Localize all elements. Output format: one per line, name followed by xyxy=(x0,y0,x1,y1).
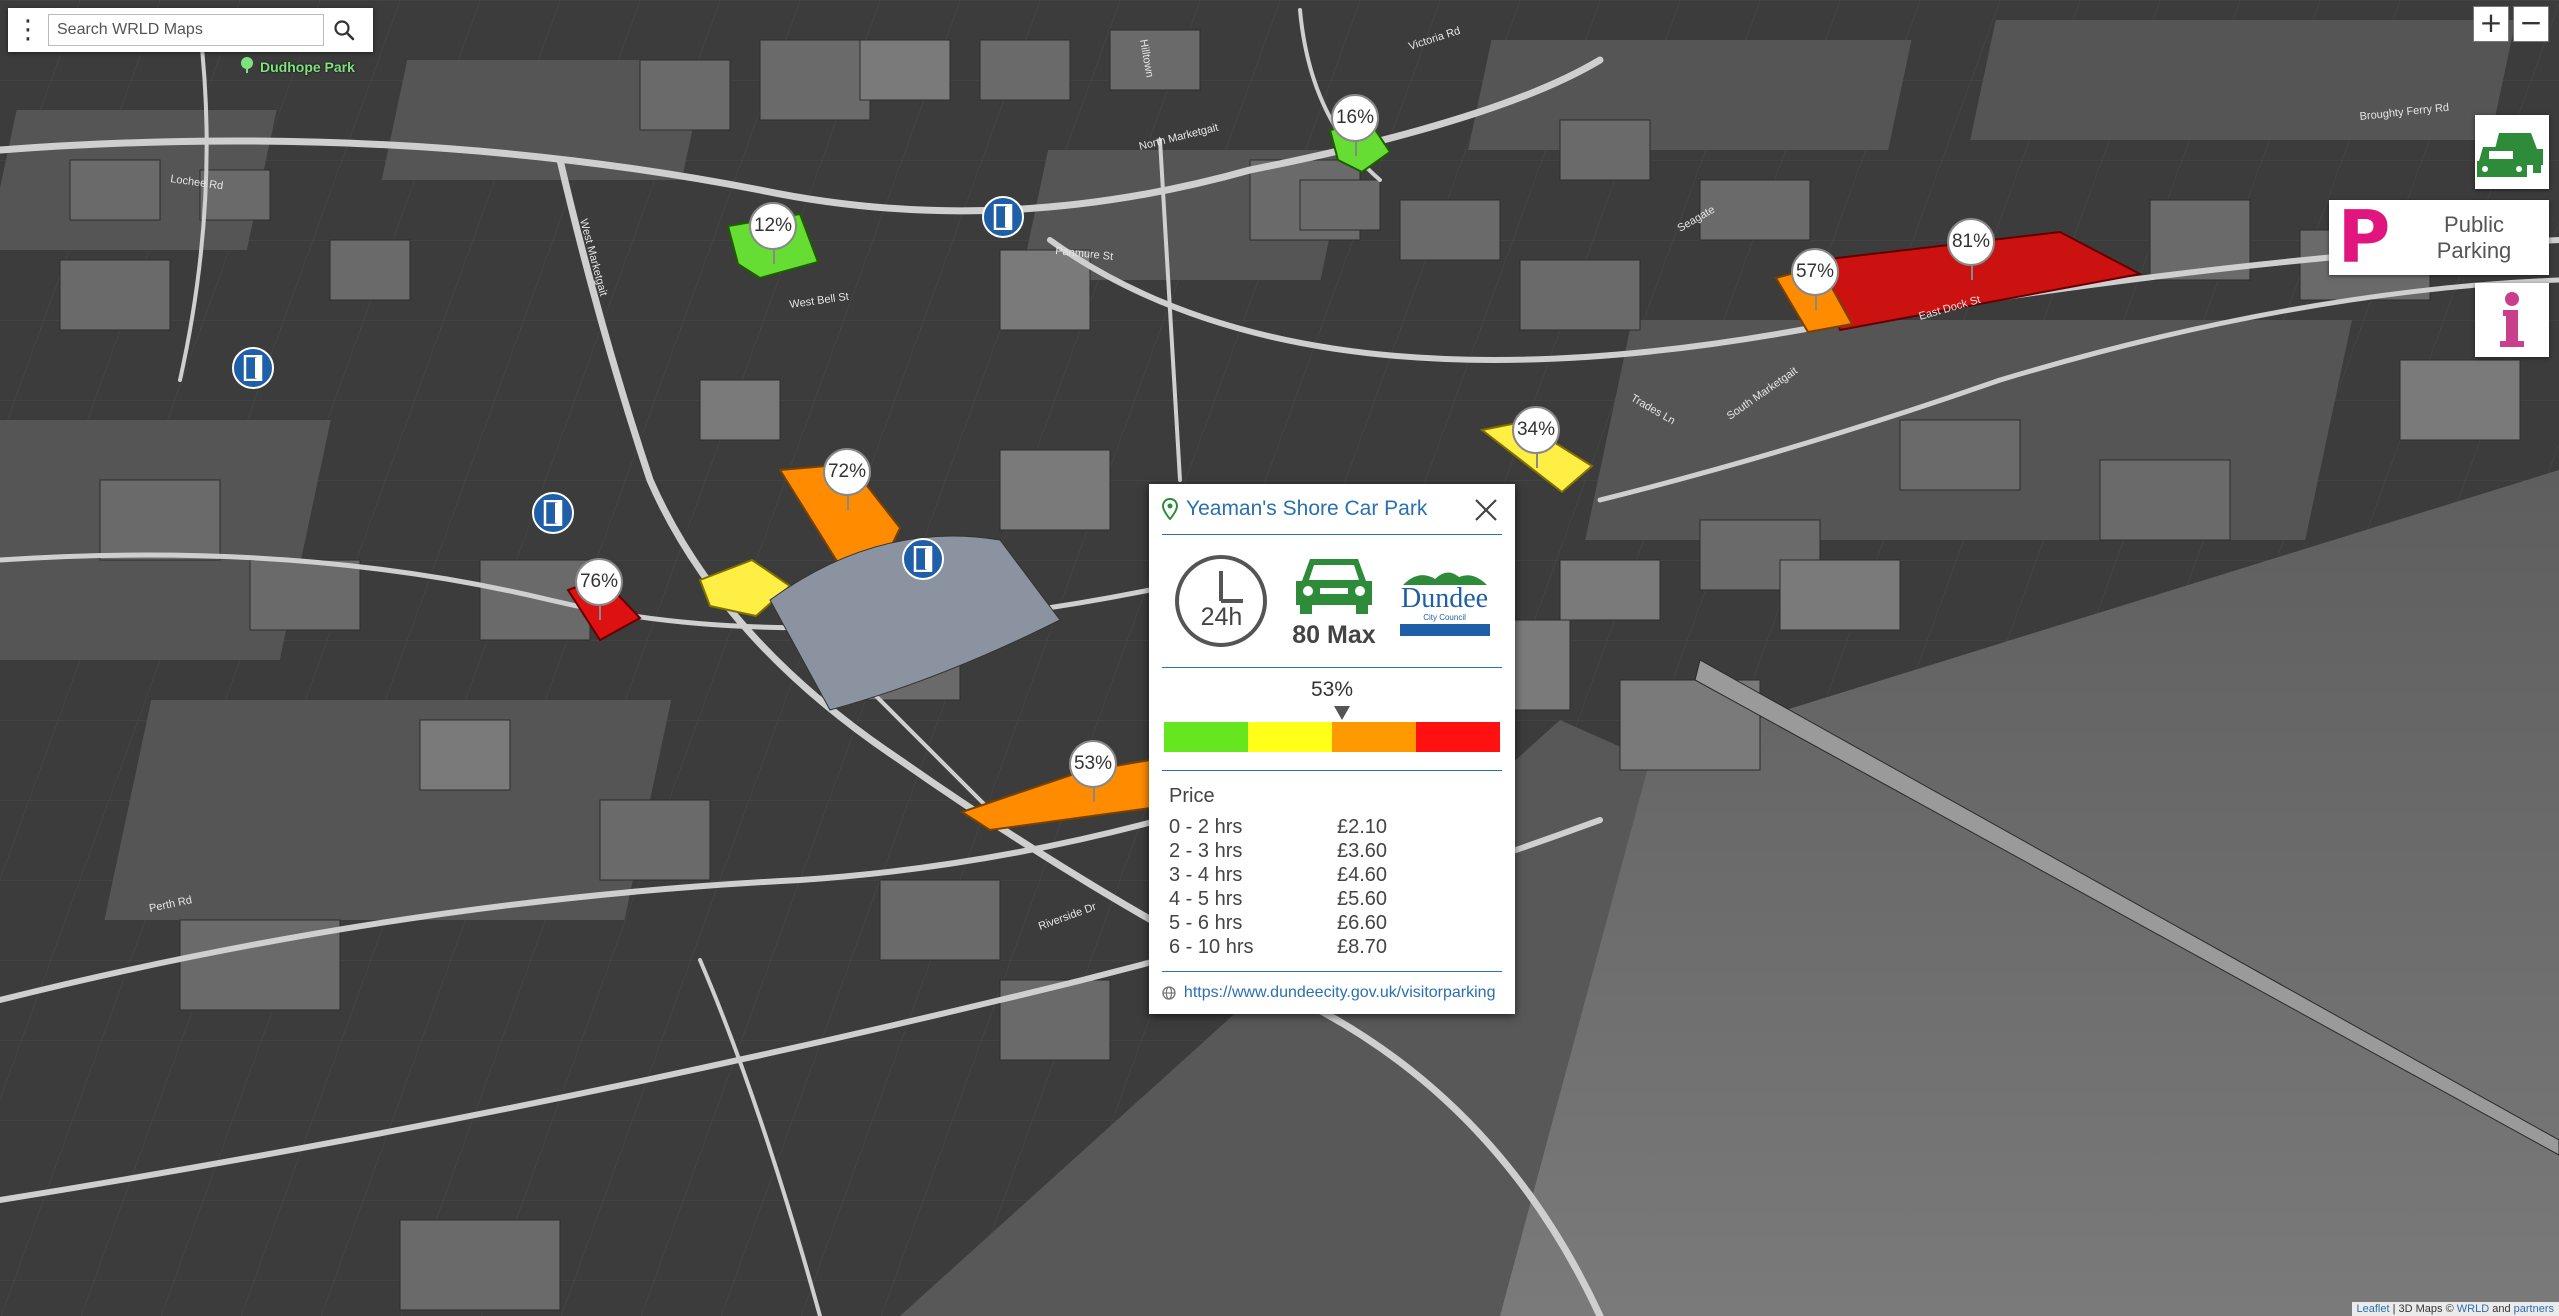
popup-header: Yeaman's Shore Car Park xyxy=(1162,484,1502,535)
price-range: 4 - 5 hrs xyxy=(1169,888,1243,910)
price-value: £2.10 xyxy=(1337,816,1388,838)
map-attribution: Leaflet | 3D Maps © WRLD and partners xyxy=(2351,1302,2559,1316)
occupancy-marker-76[interactable]: 76% xyxy=(575,558,623,620)
occupancy-label: 12% xyxy=(753,215,793,236)
car-park-button[interactable] xyxy=(2475,115,2549,189)
more-vertical-icon[interactable]: ⋮ xyxy=(8,8,48,52)
globe-icon xyxy=(1162,986,1176,1000)
occupancy-label: 34% xyxy=(1516,419,1556,440)
public-parking-label: Public Parking xyxy=(2436,211,2512,263)
parking-p-glyph: P xyxy=(2337,195,2391,279)
close-icon[interactable] xyxy=(1470,494,1502,526)
logo-water xyxy=(1399,623,1490,636)
car-park-entrance-icon[interactable] xyxy=(232,347,274,389)
price-row: 6 - 10 hrs £8.70 xyxy=(1162,936,1502,960)
occupancy-label: 53% xyxy=(1073,753,1113,774)
price-title: Price xyxy=(1169,785,1215,807)
price-row: 2 - 3 hrs £3.60 xyxy=(1162,840,1502,864)
price-row: 5 - 6 hrs £6.60 xyxy=(1162,912,1502,936)
occupancy-bar xyxy=(1164,722,1500,752)
attribution-and: and xyxy=(2492,1303,2511,1315)
occupancy-section: 53% xyxy=(1162,668,1502,771)
search-icon[interactable] xyxy=(324,8,364,52)
occupancy-marker-57[interactable]: 57% xyxy=(1791,248,1839,310)
price-value: £5.60 xyxy=(1337,888,1388,910)
occupancy-marker-81[interactable]: 81% xyxy=(1947,218,1995,280)
popup-title: Yeaman's Shore Car Park xyxy=(1186,497,1428,520)
price-range: 6 - 10 hrs xyxy=(1169,936,1254,958)
occupancy-label: 16% xyxy=(1335,107,1375,128)
partners-link[interactable]: partners xyxy=(2514,1303,2554,1315)
occupancy-marker-12[interactable]: 12% xyxy=(749,202,797,264)
price-range: 3 - 4 hrs xyxy=(1169,864,1243,886)
price-row: 4 - 5 hrs £5.60 xyxy=(1162,888,1502,912)
capacity-label: 80 Max xyxy=(1292,620,1376,649)
price-range: 0 - 2 hrs xyxy=(1169,816,1243,838)
wrld-link[interactable]: WRLD xyxy=(2457,1303,2489,1315)
info-icon xyxy=(2500,292,2524,347)
car-park-entrance-icon[interactable] xyxy=(532,492,574,534)
occupancy-bar-segment xyxy=(1164,722,1248,752)
logo-sub: City Council xyxy=(1423,612,1466,622)
dundee-council-logo: Dundee City Council xyxy=(1399,567,1491,636)
popup-features: 24h 80 Max Dundee City Council xyxy=(1162,535,1502,668)
price-value: £6.60 xyxy=(1337,912,1388,934)
map-pin-icon xyxy=(1162,498,1178,520)
website-link[interactable]: https://www.dundeecity.gov.uk/visitorpar… xyxy=(1162,971,1502,1014)
car-park-icon xyxy=(2477,133,2543,177)
attribution-text: 3D Maps © xyxy=(2398,1303,2454,1315)
tree-icon xyxy=(238,56,256,77)
occupancy-label: 76% xyxy=(579,571,619,592)
website-url[interactable]: https://www.dundeecity.gov.uk/visitorpar… xyxy=(1184,984,1502,1002)
zoom-out-button[interactable]: − xyxy=(2513,6,2549,42)
occupancy-label: 53% xyxy=(1310,678,1354,701)
info-button[interactable] xyxy=(2475,283,2549,357)
capacity: 80 Max xyxy=(1292,553,1376,650)
clock-icon xyxy=(1175,555,1268,647)
car-park-entrance-icon[interactable] xyxy=(902,538,944,580)
occupancy-marker-53[interactable]: 53% xyxy=(1069,740,1117,802)
price-list: 0 - 2 hrs £2.10 2 - 3 hrs £3.60 3 - 4 hrs £4.… xyxy=(1162,816,1502,960)
hours-label: 24h xyxy=(1200,603,1243,631)
opening-hours: 24h xyxy=(1173,553,1269,649)
price-row: 3 - 4 hrs £4.60 xyxy=(1162,864,1502,888)
car-park-popup: Yeaman's Shore Car Park 24h 80 Max Dunde… xyxy=(1149,484,1515,1014)
occupancy-marker-72[interactable]: 72% xyxy=(823,448,871,510)
poi-dudhope-park[interactable]: Dudhope Park xyxy=(238,56,355,77)
occupancy-pointer-icon xyxy=(1334,706,1351,720)
public-parking-button[interactable]: P Public Parking xyxy=(2329,200,2549,275)
price-range: 2 - 3 hrs xyxy=(1169,840,1243,862)
price-value: £8.70 xyxy=(1337,936,1388,958)
price-value: £4.60 xyxy=(1337,864,1388,886)
occupancy-bar-segment xyxy=(1416,722,1500,752)
search-input[interactable] xyxy=(48,14,324,46)
occupancy-bar-segment xyxy=(1248,722,1332,752)
occupancy-label: 81% xyxy=(1951,231,1991,252)
leaflet-link[interactable]: Leaflet xyxy=(2357,1303,2390,1315)
price-row: 0 - 2 hrs £2.10 xyxy=(1162,816,1502,840)
poi-label: Dudhope Park xyxy=(260,58,355,75)
zoom-in-button[interactable]: + xyxy=(2473,6,2509,42)
logo-text: Dundee xyxy=(1400,582,1489,614)
occupancy-label: 72% xyxy=(827,461,867,482)
price-range: 5 - 6 hrs xyxy=(1169,912,1243,934)
occupancy-marker-34[interactable]: 34% xyxy=(1512,406,1560,468)
occupancy-label: 57% xyxy=(1795,261,1835,282)
price-value: £3.60 xyxy=(1337,840,1388,862)
attribution-separator: | xyxy=(2392,1303,2396,1315)
occupancy-marker-16[interactable]: 16% xyxy=(1331,94,1379,156)
car-icon xyxy=(1295,558,1372,614)
search-bar: ⋮ xyxy=(8,8,373,52)
car-park-entrance-icon[interactable] xyxy=(982,196,1024,238)
occupancy-bar-segment xyxy=(1332,722,1416,752)
dundee-logo-mark xyxy=(1402,571,1487,585)
